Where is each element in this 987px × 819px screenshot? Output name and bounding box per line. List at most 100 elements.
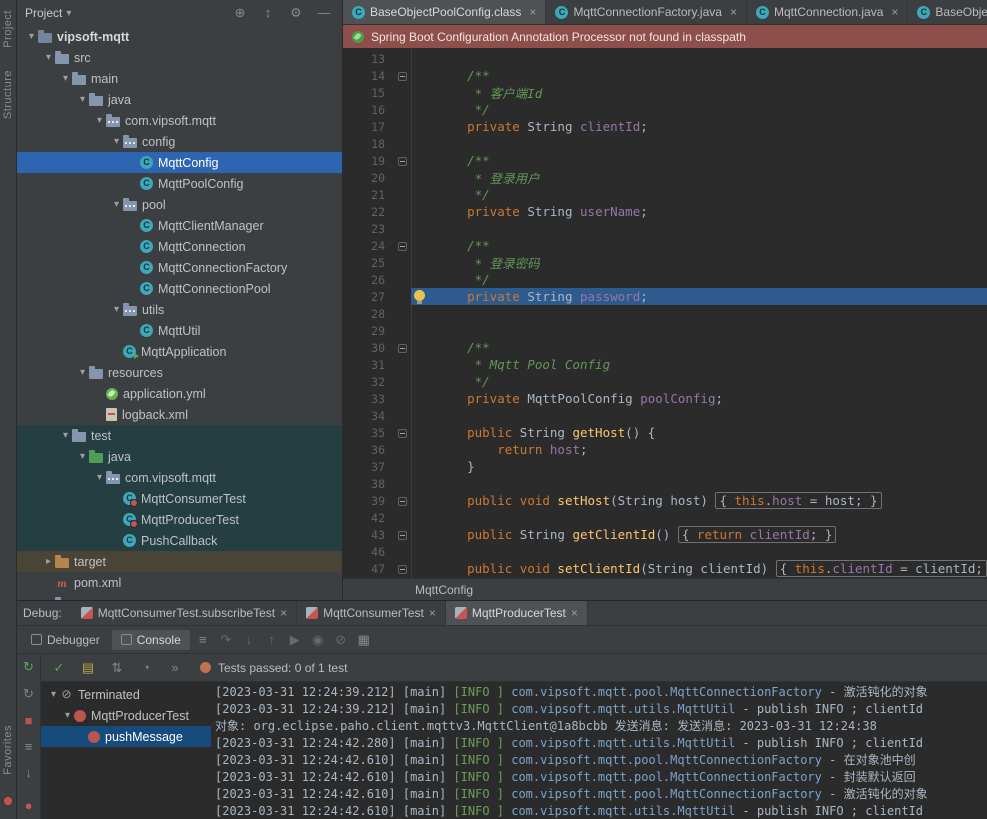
project-tree-item[interactable]: CMqttConnectionPool xyxy=(17,278,342,299)
step-over-icon[interactable]: ↷ xyxy=(216,632,236,648)
locate-icon[interactable]: ⊕ xyxy=(230,5,250,21)
editor-tab[interactable]: CMqttConnectionFactory.java× xyxy=(546,0,747,24)
chevron-collapsed-icon[interactable]: ▸ xyxy=(42,556,55,567)
fold-marker-icon[interactable] xyxy=(398,531,407,540)
project-tree-item[interactable]: ▾java xyxy=(17,446,342,467)
project-tree-item[interactable]: ▾pool xyxy=(17,194,342,215)
folded-region[interactable]: { return clientId; } xyxy=(678,526,837,543)
restore-layout-icon[interactable]: ▦ xyxy=(354,632,374,648)
project-tree-item[interactable]: CMqttConsumerTest xyxy=(17,488,342,509)
code-editor[interactable]: 1314 /**15 * 客户端Id16 */17 private String… xyxy=(343,48,987,578)
breadcrumb-item[interactable]: MqttConfig xyxy=(415,583,473,597)
project-view-selector[interactable]: Project xyxy=(25,6,62,20)
test-tree-item[interactable]: ▾⊘Terminated xyxy=(41,684,211,705)
debug-session-tab[interactable]: MqttConsumerTest.subscribeTest× xyxy=(72,601,297,625)
step-out-icon[interactable]: ↑ xyxy=(262,632,282,647)
close-icon[interactable]: × xyxy=(280,606,287,620)
project-tree-item[interactable]: CMqttProducerTest xyxy=(17,509,342,530)
show-passed-icon[interactable]: ✓ xyxy=(49,660,69,676)
project-tree-item[interactable]: logback.xml xyxy=(17,404,342,425)
fold-marker-icon[interactable] xyxy=(398,344,407,353)
chevron-expanded-icon[interactable]: ▾ xyxy=(76,451,89,462)
project-tree-item[interactable]: ▾com.vipsoft.mqtt xyxy=(17,467,342,488)
view-tab-debugger[interactable]: Debugger xyxy=(22,630,109,650)
project-tree-item[interactable]: CMqttConnection xyxy=(17,236,342,257)
project-tree-item[interactable]: CMqttUtil xyxy=(17,320,342,341)
chevron-expanded-icon[interactable]: ▾ xyxy=(110,136,123,147)
tool-window-button-favorites[interactable]: Favorites xyxy=(2,725,14,775)
tool-window-button-structure[interactable]: Structure xyxy=(2,70,14,119)
rerun-icon[interactable]: ↻ xyxy=(20,659,38,675)
project-tree-item[interactable]: application.yml xyxy=(17,383,342,404)
chevron-expanded-icon[interactable]: ▾ xyxy=(59,430,72,441)
project-tree-item[interactable]: ▸ xyxy=(17,593,342,600)
test-tree-item[interactable]: pushMessage xyxy=(41,726,211,747)
test-tree-item[interactable]: ▾MqttProducerTest xyxy=(41,705,211,726)
project-tree-item[interactable]: mpom.xml xyxy=(17,572,342,593)
close-icon[interactable]: × xyxy=(730,5,737,19)
tool-window-button-project[interactable]: Project xyxy=(2,10,14,48)
chevron-expanded-icon[interactable]: ▾ xyxy=(47,689,60,700)
chevron-expanded-icon[interactable]: ▾ xyxy=(110,199,123,210)
chevron-expanded-icon[interactable]: ▾ xyxy=(42,52,55,63)
chevron-expanded-icon[interactable]: ▾ xyxy=(59,73,72,84)
chevron-expanded-icon[interactable]: ▾ xyxy=(61,710,74,721)
debug-session-tab[interactable]: MqttConsumerTest× xyxy=(297,601,446,625)
more-chevron-icon[interactable]: » xyxy=(165,660,185,675)
close-icon[interactable]: × xyxy=(571,606,578,620)
rerun-failed-icon[interactable]: ↻ xyxy=(20,686,38,702)
editor-tab[interactable]: CBaseObjectPool.class× xyxy=(908,0,987,24)
scroll-to-end-icon[interactable]: ↓ xyxy=(20,765,38,780)
project-tree-item[interactable]: ▸target xyxy=(17,551,342,572)
fold-marker-icon[interactable] xyxy=(398,497,407,506)
view-options-icon[interactable]: ≡ xyxy=(20,739,38,754)
project-tree-item[interactable]: ▾src xyxy=(17,47,342,68)
project-tree-item[interactable]: ▾utils xyxy=(17,299,342,320)
project-tree-item[interactable]: CMqttApplication xyxy=(17,341,342,362)
project-tree-item[interactable]: ▾java xyxy=(17,89,342,110)
project-tree-item[interactable]: CMqttPoolConfig xyxy=(17,173,342,194)
chevron-expanded-icon[interactable]: ▾ xyxy=(93,472,106,483)
project-tree-item[interactable]: ▾resources xyxy=(17,362,342,383)
debug-tool-window-icon[interactable] xyxy=(4,797,12,805)
settings-icon[interactable]: ⚙ xyxy=(286,5,306,21)
chevron-expanded-icon[interactable]: ▾ xyxy=(93,115,106,126)
folded-region[interactable]: { this.host = host; } xyxy=(715,492,881,509)
chevron-expanded-icon[interactable]: ▾ xyxy=(76,367,89,378)
chevron-expanded-icon[interactable]: ▾ xyxy=(25,31,38,42)
chevron-expanded-icon[interactable]: ▾ xyxy=(76,94,89,105)
project-tree-item[interactable]: CMqttClientManager xyxy=(17,215,342,236)
hide-panel-icon[interactable]: — xyxy=(314,5,334,21)
sort-alphabetically-icon[interactable]: ⇅ xyxy=(107,660,127,676)
view-breakpoints-icon[interactable]: ◉ xyxy=(308,632,328,648)
fold-marker-icon[interactable] xyxy=(398,565,407,574)
project-tree-item[interactable]: ▾com.vipsoft.mqtt xyxy=(17,110,342,131)
stop-icon[interactable]: ■ xyxy=(20,713,38,728)
intention-bulb-icon[interactable] xyxy=(414,290,425,301)
console-output[interactable]: [2023-03-31 12:24:39.212] [main] [INFO ]… xyxy=(211,682,987,819)
editor-tab[interactable]: CBaseObjectPoolConfig.class× xyxy=(343,0,546,24)
folded-region[interactable]: { this.clientId = clientId; xyxy=(776,560,987,577)
show-ignored-icon[interactable]: ▤ xyxy=(78,660,98,676)
editor-tab[interactable]: CMqttConnection.java× xyxy=(747,0,908,24)
mute-breakpoints-icon[interactable]: ⊘ xyxy=(331,632,351,648)
fold-marker-icon[interactable] xyxy=(398,72,407,81)
project-tree-item[interactable]: CMqttConnectionFactory xyxy=(17,257,342,278)
view-tab-console[interactable]: Console xyxy=(112,630,190,650)
close-icon[interactable]: × xyxy=(429,606,436,620)
step-into-icon[interactable]: ↓ xyxy=(239,632,259,647)
fold-marker-icon[interactable] xyxy=(398,429,407,438)
project-tree-item[interactable]: ▾main xyxy=(17,68,342,89)
fold-marker-icon[interactable] xyxy=(398,157,407,166)
collapse-all-icon[interactable]: ↕ xyxy=(258,5,278,21)
close-icon[interactable]: × xyxy=(529,5,536,19)
close-icon[interactable]: × xyxy=(891,5,898,19)
run-to-cursor-icon[interactable]: ▶ xyxy=(285,632,305,648)
project-tree-item[interactable]: ▾config xyxy=(17,131,342,152)
project-tree-item[interactable]: ▾test xyxy=(17,425,342,446)
project-tree-item[interactable]: ▾vipsoft-mqtt xyxy=(17,26,342,47)
debug-session-tab[interactable]: MqttProducerTest× xyxy=(446,601,588,625)
project-tree-item[interactable]: CPushCallback xyxy=(17,530,342,551)
chevron-expanded-icon[interactable]: ▾ xyxy=(110,304,123,315)
sort-by-duration-icon[interactable]: ◔ xyxy=(136,660,156,675)
